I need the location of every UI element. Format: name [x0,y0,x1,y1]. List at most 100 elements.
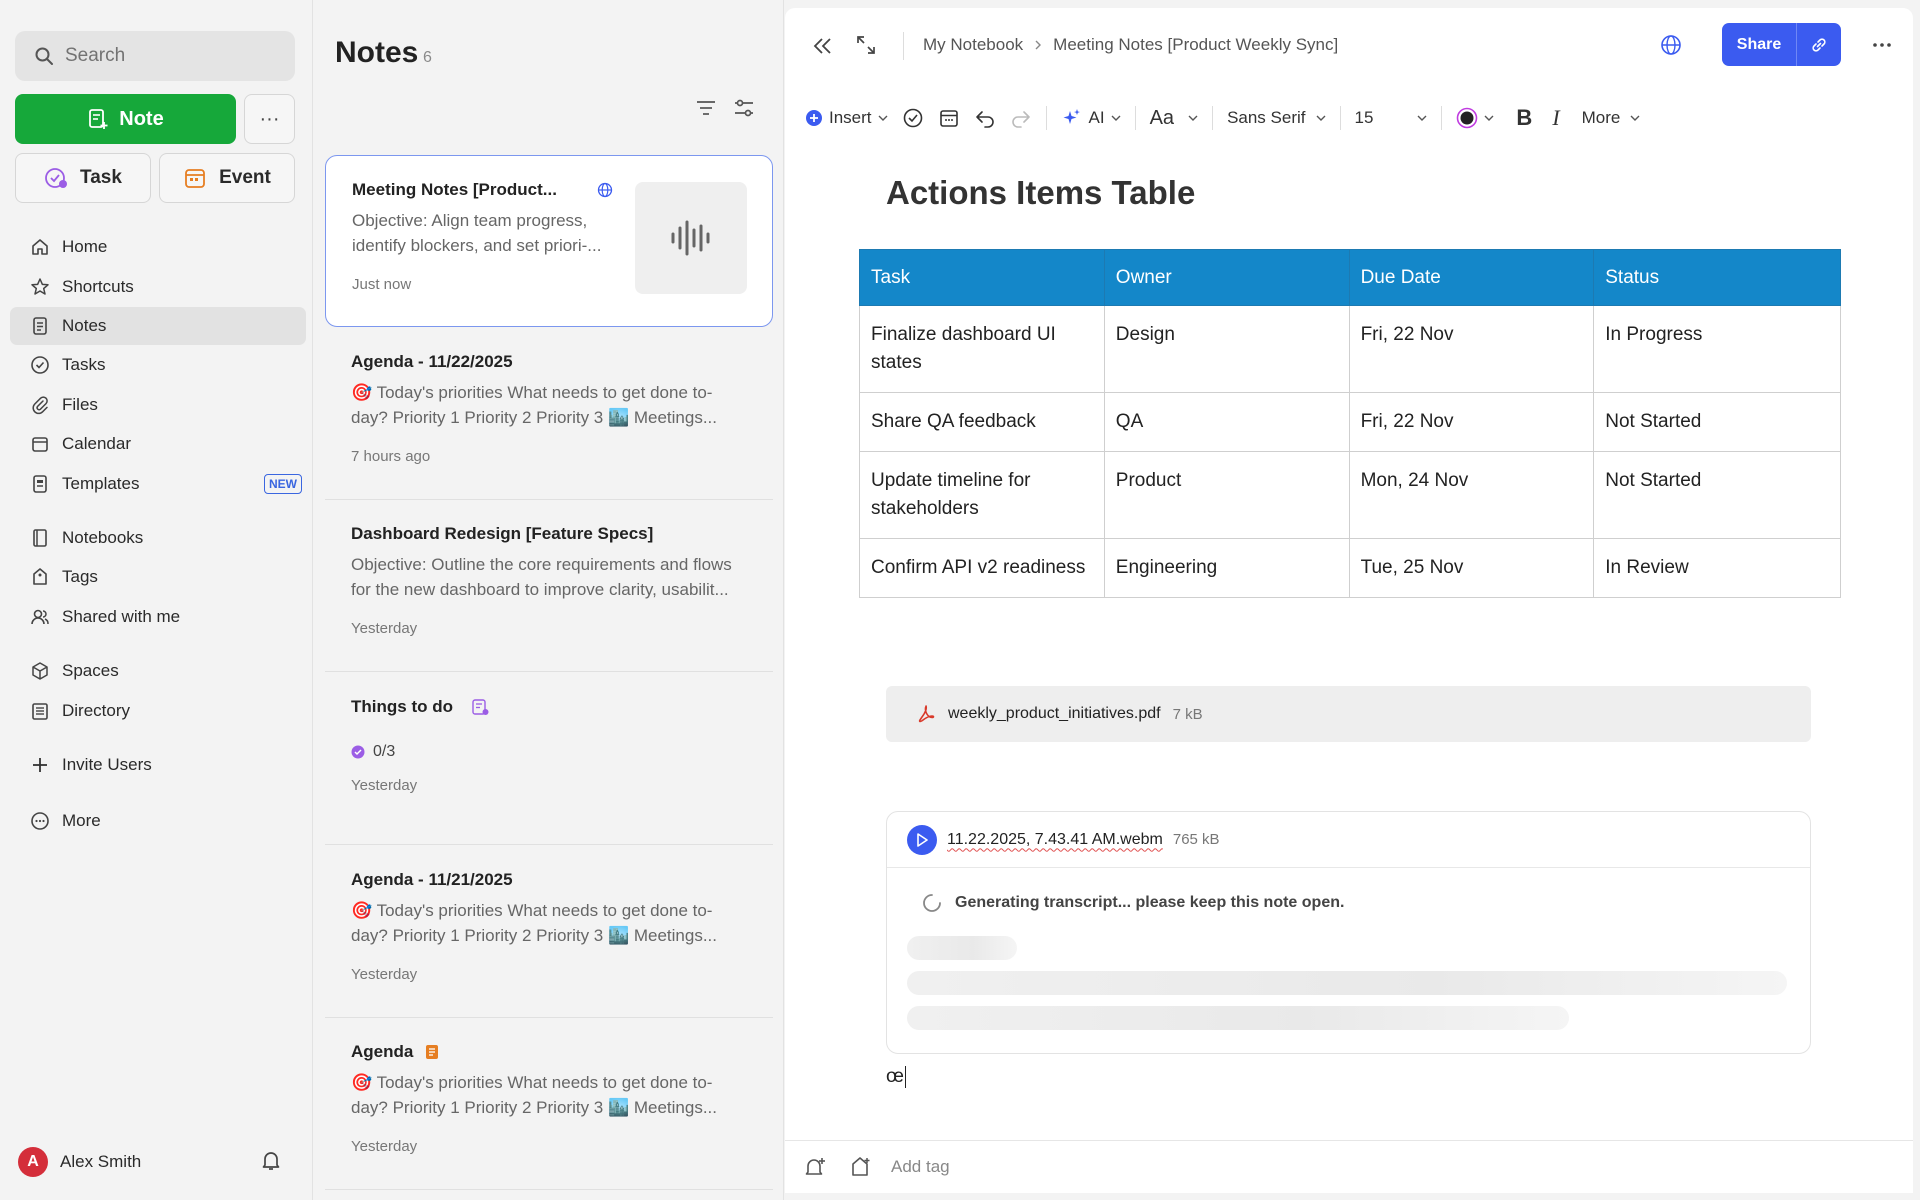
table-cell[interactable]: Design [1103,305,1350,393]
search-input[interactable]: Search [15,31,295,81]
sidebar-item-more[interactable]: More [10,802,306,840]
table-cell[interactable]: Not Started [1593,451,1841,539]
sidebar-item-label: Templates [62,474,140,493]
table-cell[interactable]: Fri, 22 Nov [1348,392,1595,452]
note-card-time: Yesterday [351,620,418,637]
insert-button[interactable]: Insert [805,108,888,128]
add-tag-input[interactable]: Add tag [891,1157,950,1177]
font-family-dropdown[interactable]: Sans Serif [1227,108,1325,128]
more-formatting-dropdown[interactable]: More [1582,108,1641,128]
play-button-icon[interactable] [907,824,937,855]
table-header-cell[interactable]: Status [1593,249,1841,306]
color-swatch-icon [1456,107,1478,129]
sidebar-item-templates[interactable]: Templates NEW [10,465,306,503]
sidebar-item-spaces[interactable]: Spaces [10,652,306,690]
table-cell[interactable]: Confirm API v2 readiness [859,538,1105,598]
add-task-icon[interactable] [902,107,924,129]
table-cell[interactable]: Update timeline for stakeholders [859,451,1105,539]
notification-bell-icon[interactable] [259,1148,283,1172]
note-card-selected[interactable]: Meeting Notes [Product... Objective: Ali… [325,155,773,327]
view-options-icon[interactable] [732,96,756,120]
breadcrumb-notebook[interactable]: My Notebook [923,35,1023,55]
divider [1212,106,1214,130]
bold-icon[interactable]: B [1516,105,1532,131]
sidebar-item-directory[interactable]: Directory [10,692,306,730]
table-cell[interactable]: Fri, 22 Nov [1348,305,1595,393]
note-card-snippet: 🎯 Today's priorities What needs to get d… [351,901,718,945]
new-task-label: Task [80,167,122,188]
table-header-cell[interactable]: Due Date [1348,249,1595,306]
italic-icon[interactable]: I [1552,105,1559,131]
more-create-button[interactable]: ··· [244,94,295,144]
share-button[interactable]: Share [1722,23,1841,66]
editor-text-line[interactable]: œ [886,1066,906,1088]
recording-filename: 11.22.2025, 7.43.41 AM.webm [947,830,1163,848]
insert-label: Insert [829,108,872,127]
note-card[interactable]: Agenda - 11/21/2025 🎯 Today's priorities… [325,846,773,1018]
reminder-bell-icon[interactable] [803,1155,827,1179]
sidebar-item-notebooks[interactable]: Notebooks [10,519,306,557]
new-event-button[interactable]: Event [159,153,295,203]
collapse-sidebar-icon[interactable] [811,34,835,58]
pdf-attachment[interactable]: weekly_product_initiatives.pdf 7 kB [886,686,1811,742]
text-color-dropdown[interactable] [1456,107,1494,129]
text-style-dropdown[interactable]: Aa [1150,107,1198,130]
note-card[interactable]: Things to do 0/3 Yesterday [325,673,773,845]
user-profile[interactable]: A Alex Smith [18,1147,141,1177]
new-task-button[interactable]: Task [15,153,151,203]
more-options-icon[interactable] [1871,34,1893,56]
table-header-cell[interactable]: Task [859,249,1105,306]
sidebar-item-tasks[interactable]: Tasks [10,346,306,384]
copy-link-icon[interactable] [1797,23,1841,66]
redo-icon[interactable] [1010,107,1032,129]
task-list-icon [471,698,489,716]
transcript-status: Generating transcript... please keep thi… [955,894,1345,911]
note-card-snippet: 🎯 Today's priorities What needs to get d… [351,1073,718,1117]
table-row: Share QA feedback QA Fri, 22 Nov Not Sta… [859,392,1841,452]
table-cell[interactable]: Mon, 24 Nov [1348,451,1595,539]
note-card[interactable]: Agenda 🎯 Today's priorities What needs t… [325,1018,773,1190]
tag-icon [29,566,51,588]
note-card-title: Meeting Notes [Product... [352,180,557,199]
table-cell[interactable]: Not Started [1593,392,1841,452]
sidebar-item-invite-users[interactable]: Invite Users [10,746,306,784]
table-header-cell[interactable]: Owner [1103,249,1350,306]
note-card[interactable]: Agenda - 11/22/2025 🎯 Today's priorities… [325,328,773,500]
table-cell[interactable]: Tue, 25 Nov [1348,538,1595,598]
formatting-toolbar: Insert AI Aa Sans Serif 15 B I More [805,98,1654,138]
ai-button[interactable]: AI [1061,107,1121,129]
filter-icon[interactable] [694,96,718,120]
directory-icon [29,700,51,722]
table-cell[interactable]: In Review [1593,538,1841,598]
note-card[interactable]: Dashboard Redesign [Feature Specs] Objec… [325,500,773,672]
undo-icon[interactable] [974,107,996,129]
document-heading[interactable]: Actions Items Table [886,174,1195,212]
expand-icon[interactable] [855,34,877,56]
globe-icon[interactable] [1659,33,1683,57]
sidebar-item-calendar[interactable]: Calendar [10,425,306,463]
breadcrumb-note[interactable]: Meeting Notes [Product Weekly Sync] [1053,35,1338,55]
table-cell[interactable]: QA [1103,392,1350,452]
insert-calendar-icon[interactable] [938,107,960,129]
sidebar-item-shortcuts[interactable]: Shortcuts [10,268,306,306]
attachment-filename: weekly_product_initiatives.pdf [948,705,1161,722]
table-cell[interactable]: In Progress [1593,305,1841,393]
plus-circle-icon [805,109,823,127]
add-tag-icon[interactable] [849,1155,873,1179]
table-cell[interactable]: Share QA feedback [859,392,1105,452]
new-note-button[interactable]: Note [15,94,236,144]
sidebar-item-tags[interactable]: Tags [10,558,306,596]
font-size-dropdown[interactable]: 15 [1355,108,1428,128]
table-row: Confirm API v2 readiness Engineering Tue… [859,538,1841,598]
note-card-title: Agenda - 11/22/2025 [351,352,513,371]
table-cell[interactable]: Finalize dashboard UI states [859,305,1105,393]
sidebar-item-home[interactable]: Home [10,228,306,266]
sidebar-item-notes[interactable]: Notes [10,307,306,345]
table-cell[interactable]: Engineering [1103,538,1350,598]
sidebar-item-files[interactable]: Files [10,386,306,424]
table-cell[interactable]: Product [1103,451,1350,539]
new-event-label: Event [219,167,271,188]
user-name: Alex Smith [60,1152,142,1171]
sidebar-item-shared[interactable]: Shared with me [10,598,306,636]
note-card-snippet: Objective: Outline the core requirements… [351,555,732,599]
